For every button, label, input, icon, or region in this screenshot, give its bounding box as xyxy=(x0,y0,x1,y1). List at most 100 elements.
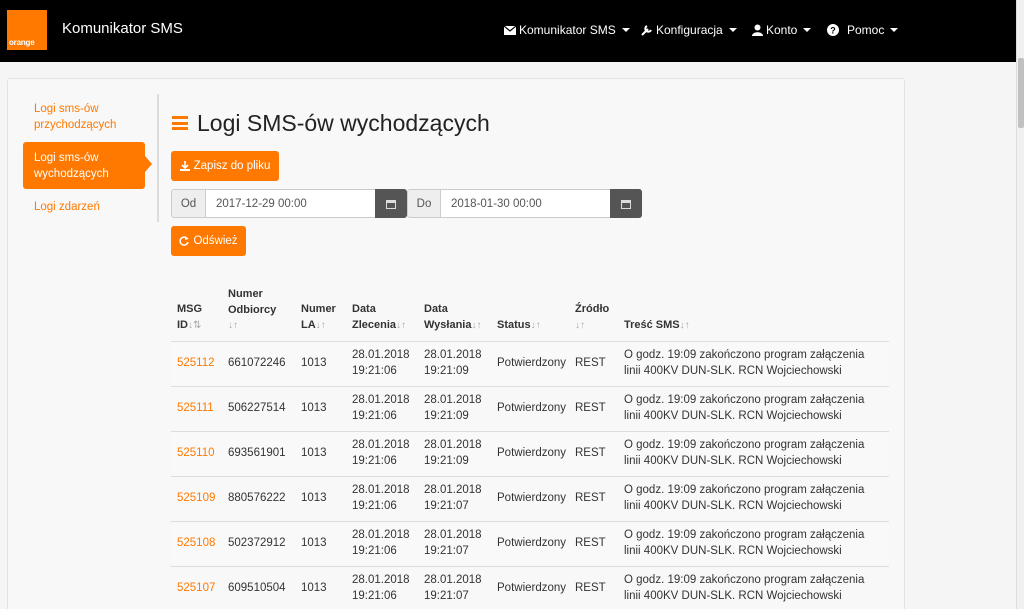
sidebar-item-outgoing-logs[interactable]: Logi sms-ów wychodzących xyxy=(23,142,145,189)
col-header-text[interactable]: Treść SMS↓↑ xyxy=(624,318,690,334)
user-icon xyxy=(752,24,763,36)
recipient-number: 880576222 xyxy=(228,492,286,504)
col-header-sent[interactable]: Data Wysłania↓↑ xyxy=(424,302,482,333)
status-cell: Potwierdzony xyxy=(497,357,567,369)
status-cell: Potwierdzony xyxy=(497,492,567,504)
chevron-down-icon xyxy=(728,28,737,32)
vertical-scrollbar[interactable] xyxy=(1016,0,1024,609)
sort-icon: ↓↑ xyxy=(530,320,541,331)
sms-text-cell: O godz. 19:09 zakończono program załącze… xyxy=(624,439,865,467)
status-cell: Potwierdzony xyxy=(497,447,567,459)
col-header-msg-id[interactable]: MSG ID↓⇅ xyxy=(177,302,202,333)
page-title: Logi SMS-ów wychodzących xyxy=(197,110,490,136)
to-date-input[interactable]: 2018-01-30 00:00 xyxy=(440,189,611,218)
sort-icon: ↓↑ xyxy=(679,320,690,331)
sort-icon: ↓↑ xyxy=(471,319,482,331)
refresh-button[interactable]: Odśwież xyxy=(171,226,246,256)
sent-datetime: 28.01.2018 19:21:07 xyxy=(424,529,482,557)
sort-icon: ↓⇅ xyxy=(188,319,202,331)
source-cell: REST xyxy=(575,402,606,414)
to-calendar-button[interactable] xyxy=(610,189,642,218)
top-navbar: orange Komunikator SMS Komunikator SMS K… xyxy=(0,0,1016,62)
sort-icon: ↓↑ xyxy=(315,319,326,331)
calendar-icon xyxy=(621,199,631,209)
nav-label: Konto xyxy=(766,23,798,37)
from-date-input[interactable]: 2017-12-29 00:00 xyxy=(205,189,376,218)
active-indicator-arrow xyxy=(145,156,152,172)
recipient-number: 506227514 xyxy=(228,402,286,414)
orange-logo[interactable]: orange xyxy=(7,10,47,50)
status-cell: Potwierdzony xyxy=(497,582,567,594)
sent-datetime: 28.01.2018 19:21:07 xyxy=(424,484,482,512)
nav-label: Komunikator SMS xyxy=(519,23,616,37)
sent-datetime: 28.01.2018 19:21:09 xyxy=(424,439,482,467)
from-calendar-button[interactable] xyxy=(375,189,407,218)
msg-id-link[interactable]: 525109 xyxy=(177,490,215,506)
chevron-down-icon xyxy=(803,28,812,32)
sent-datetime: 28.01.2018 19:21:09 xyxy=(424,394,482,422)
chevron-down-icon xyxy=(621,28,630,32)
ordered-datetime: 28.01.2018 19:21:06 xyxy=(352,574,410,602)
wrench-icon xyxy=(641,25,652,36)
refresh-label: Odśwież xyxy=(193,235,238,247)
chevron-down-icon xyxy=(890,28,899,32)
col-header-la[interactable]: Numer LA↓↑ xyxy=(301,302,336,333)
ordered-datetime: 28.01.2018 19:21:06 xyxy=(352,349,410,377)
col-header-status[interactable]: Status↓↑ xyxy=(497,318,541,334)
download-icon xyxy=(179,161,190,171)
sort-icon: ↓↑ xyxy=(396,319,407,331)
sms-text-cell: O godz. 19:09 zakończono program załącze… xyxy=(624,574,865,602)
recipient-number: 502372912 xyxy=(228,537,286,549)
logo-text: orange xyxy=(9,38,35,47)
question-circle-icon: ? xyxy=(827,24,839,36)
source-cell: REST xyxy=(575,582,606,594)
msg-id-link[interactable]: 525112 xyxy=(177,355,215,371)
status-cell: Potwierdzony xyxy=(497,537,567,549)
status-cell: Potwierdzony xyxy=(497,402,567,414)
nav-komunikator-sms[interactable]: Komunikator SMS xyxy=(504,23,630,37)
nav-label: Pomoc xyxy=(847,23,885,37)
msg-id-link[interactable]: 525110 xyxy=(177,445,215,461)
sidebar-item-incoming-logs[interactable]: Logi sms-ów przychodzących xyxy=(23,101,145,133)
nav-konfiguracja[interactable]: Konfiguracja xyxy=(641,23,737,37)
sidebar-divider xyxy=(157,94,159,222)
ordered-datetime: 28.01.2018 19:21:06 xyxy=(352,529,410,557)
la-number: 1013 xyxy=(301,537,327,549)
from-addon: Od xyxy=(171,189,206,218)
col-header-source[interactable]: Źródło ↓↑ xyxy=(575,302,609,333)
sidebar-item-event-logs[interactable]: Logi zdarzeń xyxy=(23,199,145,215)
la-number: 1013 xyxy=(301,582,327,594)
sort-icon: ↓↑ xyxy=(575,319,585,331)
sms-text-cell: O godz. 19:09 zakończono program załącze… xyxy=(624,349,865,377)
col-header-recipient[interactable]: Numer Odbiorcy ↓↑ xyxy=(228,287,276,334)
nav-pomoc[interactable]: ? Pomoc xyxy=(827,23,899,37)
sms-text-cell: O godz. 19:09 zakończono program załącze… xyxy=(624,394,865,422)
source-cell: REST xyxy=(575,357,606,369)
svg-text:?: ? xyxy=(830,26,836,36)
col-header-ordered[interactable]: Data Zlecenia↓↑ xyxy=(352,302,406,333)
app-brand[interactable]: Komunikator SMS xyxy=(62,20,183,37)
export-label: Zapisz do pliku xyxy=(193,160,271,172)
nav-konto[interactable]: Konto xyxy=(752,23,812,37)
sms-text-cell: O godz. 19:09 zakończono program załącze… xyxy=(624,529,865,557)
list-icon xyxy=(172,116,188,130)
to-addon: Do xyxy=(407,189,441,218)
source-cell: REST xyxy=(575,447,606,459)
ordered-datetime: 28.01.2018 19:21:06 xyxy=(352,484,410,512)
la-number: 1013 xyxy=(301,357,327,369)
msg-id-link[interactable]: 525111 xyxy=(177,400,214,416)
la-number: 1013 xyxy=(301,492,327,504)
scrollbar-thumb[interactable] xyxy=(1018,58,1024,128)
export-button[interactable]: Zapisz do pliku xyxy=(171,151,279,181)
sort-icon: ↓↑ xyxy=(228,320,238,331)
sent-datetime: 28.01.2018 19:21:07 xyxy=(424,574,482,602)
envelope-icon xyxy=(504,25,516,35)
source-cell: REST xyxy=(575,492,606,504)
la-number: 1013 xyxy=(301,447,327,459)
recipient-number: 661072246 xyxy=(228,357,286,369)
msg-id-link[interactable]: 525107 xyxy=(177,580,215,596)
msg-id-link[interactable]: 525108 xyxy=(177,535,215,551)
sent-datetime: 28.01.2018 19:21:09 xyxy=(424,349,482,377)
sms-text-cell: O godz. 19:09 zakończono program załącze… xyxy=(624,484,865,512)
source-cell: REST xyxy=(575,537,606,549)
